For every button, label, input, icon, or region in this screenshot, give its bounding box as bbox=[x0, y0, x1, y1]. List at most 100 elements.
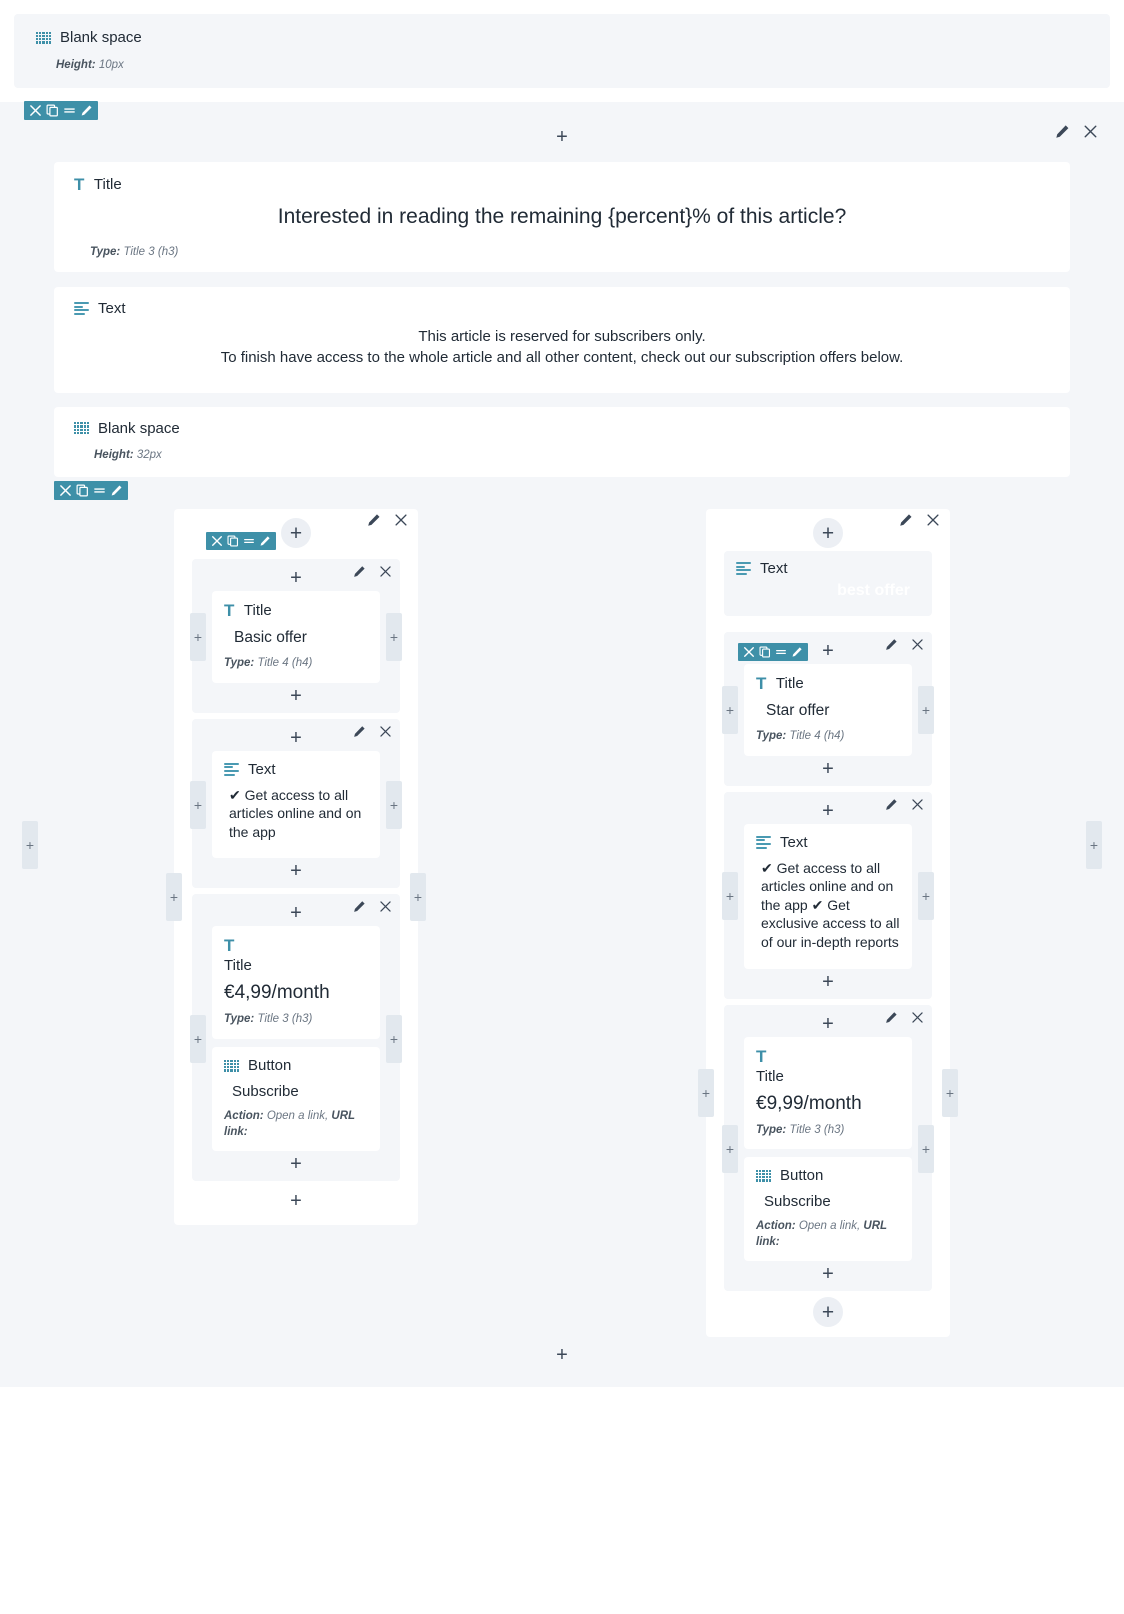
close-icon[interactable] bbox=[211, 535, 223, 547]
close-icon[interactable] bbox=[29, 104, 42, 117]
block-corner-actions[interactable] bbox=[353, 565, 392, 578]
close-icon[interactable] bbox=[379, 900, 392, 913]
block-button-card[interactable]: Button Subscribe Action: Open a link, UR… bbox=[212, 1047, 380, 1152]
column-add-bottom-star[interactable]: + bbox=[706, 1297, 950, 1328]
add-icon[interactable]: + bbox=[290, 858, 302, 884]
add-right[interactable]: + bbox=[918, 1124, 934, 1173]
add-block-right-basic[interactable]: + bbox=[410, 873, 426, 922]
add-icon[interactable]: + bbox=[290, 900, 302, 926]
close-icon[interactable] bbox=[1083, 124, 1098, 139]
block-price-card[interactable]: T Title €9,99/month Type: Title 3 (h3) bbox=[744, 1036, 912, 1150]
block-corner-actions[interactable] bbox=[353, 725, 392, 738]
add-right[interactable]: + bbox=[386, 1014, 402, 1063]
offer-column-basic[interactable]: + + + T Title Basic offer Type: Title 4 … bbox=[174, 509, 418, 1226]
offer-block-features-star[interactable]: + + Text ✔ Get access to all articles on… bbox=[722, 791, 934, 999]
block-corner-actions[interactable] bbox=[885, 798, 924, 811]
offer-block-price-star[interactable]: + + T Title €9,99/month Type: Title 3 (h… bbox=[722, 1004, 934, 1292]
pencil-icon[interactable] bbox=[885, 798, 898, 811]
add-icon[interactable]: + bbox=[556, 124, 568, 150]
block-price-card[interactable]: T Title €4,99/month Type: Title 3 (h3) bbox=[212, 926, 380, 1039]
section-add-top[interactable]: + bbox=[14, 122, 1110, 152]
column-add-bottom-basic[interactable]: + bbox=[174, 1187, 418, 1215]
block-add-bottom[interactable]: + bbox=[192, 1151, 400, 1177]
add-icon[interactable]: + bbox=[290, 683, 302, 709]
add-icon[interactable]: + bbox=[281, 518, 311, 549]
add-icon[interactable]: + bbox=[822, 1011, 834, 1037]
offer-block-toolbar-basic[interactable] bbox=[206, 532, 276, 551]
move-handle-icon[interactable] bbox=[63, 104, 76, 117]
block-add-bottom[interactable]: + bbox=[192, 858, 400, 884]
add-column-right-outer[interactable]: + bbox=[1086, 821, 1102, 870]
close-icon[interactable] bbox=[911, 798, 924, 811]
offers-toolbar[interactable] bbox=[54, 481, 128, 501]
add-left[interactable]: + bbox=[190, 612, 206, 661]
offer-block-badge-star[interactable]: Text best offer bbox=[724, 551, 932, 617]
offer-column-star[interactable]: + Text best offer + + T Title Star offer… bbox=[706, 509, 950, 1338]
add-left[interactable]: + bbox=[722, 872, 738, 921]
add-icon[interactable]: + bbox=[290, 565, 302, 591]
add-right[interactable]: + bbox=[386, 780, 402, 829]
add-icon[interactable]: + bbox=[822, 798, 834, 824]
block-title-card[interactable]: T Title Basic offer Type: Title 4 (h4) bbox=[212, 591, 380, 683]
column-corner-actions[interactable] bbox=[367, 513, 408, 527]
add-block-left-star[interactable]: + bbox=[698, 1069, 714, 1118]
add-icon[interactable]: + bbox=[822, 638, 834, 664]
move-handle-icon[interactable] bbox=[93, 484, 106, 497]
pencil-icon[interactable] bbox=[367, 513, 381, 527]
move-handle-icon[interactable] bbox=[243, 535, 255, 547]
add-left[interactable]: + bbox=[190, 1014, 206, 1063]
close-icon[interactable] bbox=[926, 513, 940, 527]
add-left[interactable]: + bbox=[190, 780, 206, 829]
duplicate-icon[interactable] bbox=[759, 646, 771, 658]
add-icon[interactable]: + bbox=[822, 969, 834, 995]
pencil-icon[interactable] bbox=[110, 484, 123, 497]
offer-block-features-basic[interactable]: + + Text ✔ Get access to all articles on… bbox=[190, 718, 402, 889]
block-text-card[interactable]: Text ✔ Get access to all articles online… bbox=[212, 750, 380, 859]
duplicate-icon[interactable] bbox=[76, 484, 89, 497]
block-title-card[interactable]: T Title Star offer Type: Title 4 (h4) bbox=[744, 664, 912, 756]
add-left[interactable]: + bbox=[722, 1124, 738, 1173]
add-block-right-star[interactable]: + bbox=[942, 1069, 958, 1118]
block-corner-actions[interactable] bbox=[885, 638, 924, 651]
close-icon[interactable] bbox=[911, 1011, 924, 1024]
block-corner-actions[interactable] bbox=[885, 1011, 924, 1024]
move-handle-icon[interactable] bbox=[775, 646, 787, 658]
section-toolbar[interactable] bbox=[24, 100, 98, 120]
pencil-icon[interactable] bbox=[259, 535, 271, 547]
block-blank-space-section[interactable]: Blank space Height: 32px bbox=[54, 406, 1070, 478]
section-add-bottom[interactable]: + bbox=[14, 1337, 1110, 1373]
add-icon[interactable]: + bbox=[813, 518, 843, 549]
block-text-card[interactable]: Text ✔ Get access to all articles online… bbox=[744, 823, 912, 969]
pencil-icon[interactable] bbox=[353, 900, 366, 913]
offer-block-price-basic[interactable]: + + T Title €4,99/month Type: Title 3 (h… bbox=[190, 894, 402, 1182]
close-icon[interactable] bbox=[59, 484, 72, 497]
close-icon[interactable] bbox=[394, 513, 408, 527]
section-corner-actions[interactable] bbox=[1055, 124, 1098, 139]
add-icon[interactable]: + bbox=[290, 725, 302, 751]
add-right[interactable]: + bbox=[918, 685, 934, 734]
pencil-icon[interactable] bbox=[899, 513, 913, 527]
block-title-main[interactable]: T Title Interested in reading the remain… bbox=[54, 161, 1070, 273]
block-add-bottom[interactable]: + bbox=[724, 1261, 932, 1287]
add-icon[interactable]: + bbox=[822, 1261, 834, 1287]
add-icon[interactable]: + bbox=[290, 1151, 302, 1177]
add-right[interactable]: + bbox=[386, 612, 402, 661]
column-corner-actions[interactable] bbox=[899, 513, 940, 527]
duplicate-icon[interactable] bbox=[46, 104, 59, 117]
close-icon[interactable] bbox=[379, 565, 392, 578]
block-text-main[interactable]: Text This article is reserved for subscr… bbox=[54, 287, 1070, 393]
pencil-icon[interactable] bbox=[1055, 124, 1070, 139]
add-icon[interactable]: + bbox=[290, 1188, 302, 1214]
add-icon[interactable]: + bbox=[813, 1297, 843, 1328]
close-icon[interactable] bbox=[911, 638, 924, 651]
add-icon[interactable]: + bbox=[822, 756, 834, 782]
block-add-bottom[interactable]: + bbox=[724, 969, 932, 995]
block-blank-space-top[interactable]: Blank space Height: 10px bbox=[14, 14, 1110, 88]
add-column-left-outer[interactable]: + bbox=[22, 821, 38, 870]
block-add-bottom[interactable]: + bbox=[192, 683, 400, 709]
block-add-bottom[interactable]: + bbox=[724, 756, 932, 782]
add-left[interactable]: + bbox=[722, 685, 738, 734]
pencil-icon[interactable] bbox=[353, 725, 366, 738]
add-block-left-basic[interactable]: + bbox=[166, 873, 182, 922]
block-button-card[interactable]: Button Subscribe Action: Open a link, UR… bbox=[744, 1157, 912, 1262]
